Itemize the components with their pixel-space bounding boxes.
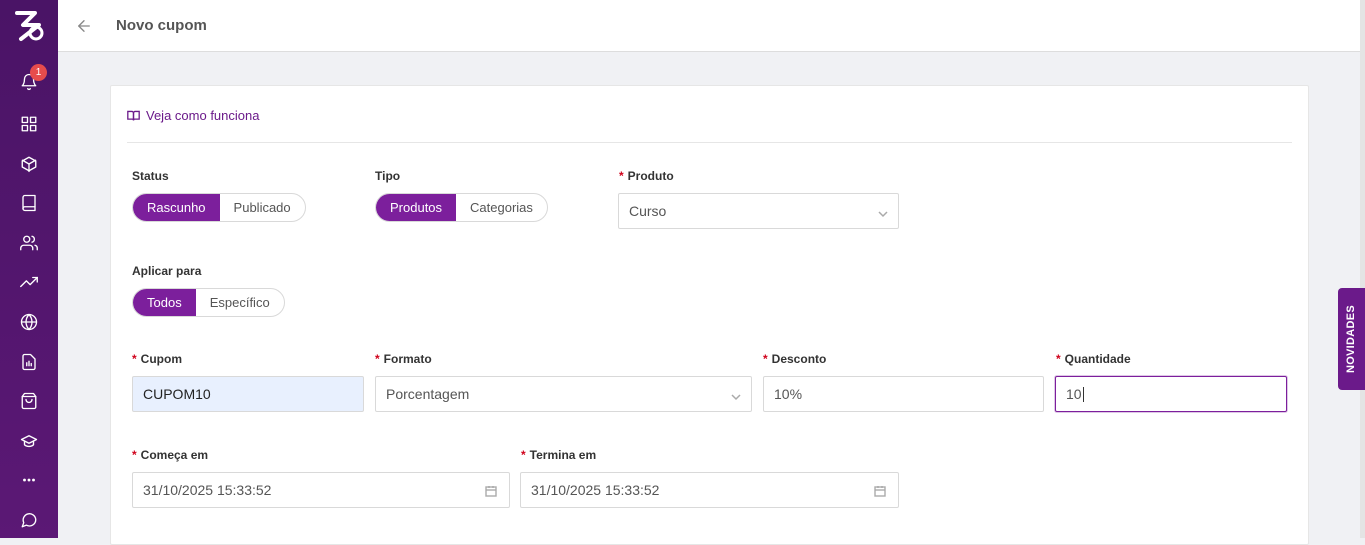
globe-icon[interactable]: [17, 310, 41, 334]
novidades-tab[interactable]: NOVIDADES: [1338, 288, 1365, 390]
scrollbar[interactable]: [1360, 0, 1365, 538]
aplicar-option-especifico[interactable]: Específico: [196, 289, 284, 316]
back-arrow-icon[interactable]: [74, 16, 94, 36]
produto-value: Curso: [629, 203, 667, 219]
termina-value: 31/10/2025 15:33:52: [531, 482, 660, 498]
formato-value: Porcentagem: [386, 386, 470, 402]
header: Novo cupom: [58, 0, 1365, 52]
box-icon[interactable]: [17, 152, 41, 176]
open-book-icon: [127, 110, 140, 121]
whatsapp-icon[interactable]: [17, 508, 41, 532]
status-option-publicado[interactable]: Publicado: [220, 194, 305, 221]
cupom-label: * Cupom: [132, 352, 182, 366]
cupom-value: CUPOM10: [143, 386, 211, 402]
aplicar-option-todos[interactable]: Todos: [133, 289, 196, 316]
novidades-label: NOVIDADES: [1345, 304, 1358, 374]
comeca-datepicker[interactable]: 31/10/2025 15:33:52: [132, 472, 510, 508]
produto-select[interactable]: Curso: [618, 193, 899, 229]
desconto-value: 10%: [774, 386, 803, 402]
tipo-option-produtos[interactable]: Produtos: [376, 194, 457, 221]
quantidade-input[interactable]: 10: [1055, 376, 1287, 412]
formato-select[interactable]: Porcentagem: [375, 376, 752, 412]
calendar-icon: [874, 484, 886, 497]
form-card: Veja como funciona Status Rascunho Publi…: [110, 85, 1309, 545]
formato-label: * Formato: [375, 352, 432, 366]
shopping-bag-icon[interactable]: [17, 389, 41, 413]
produto-label: * Produto: [619, 169, 674, 183]
tipo-label: Tipo: [375, 169, 401, 183]
calendar-icon: [485, 484, 497, 497]
cupom-input[interactable]: CUPOM10: [132, 376, 364, 412]
desconto-label: * Desconto: [763, 352, 827, 366]
logo[interactable]: [9, 5, 49, 45]
help-link-label: Veja como funciona: [146, 108, 260, 123]
report-icon[interactable]: [17, 350, 41, 374]
notification-badge: 1: [30, 64, 47, 81]
graduation-cap-icon[interactable]: [17, 429, 41, 453]
status-option-rascunho[interactable]: Rascunho: [133, 194, 220, 221]
chevron-down-icon: [878, 206, 888, 218]
page-title: Novo cupom: [116, 17, 207, 34]
quantidade-value: 10: [1066, 386, 1082, 402]
book-icon[interactable]: [17, 191, 41, 215]
users-icon[interactable]: [17, 231, 41, 255]
status-toggle: Rascunho Publicado: [132, 193, 306, 222]
divider: [127, 142, 1292, 143]
text-cursor: [1082, 386, 1084, 402]
tipo-toggle: Produtos Categorias: [375, 193, 548, 222]
aplicar-toggle: Todos Específico: [132, 288, 285, 317]
more-icon[interactable]: [17, 468, 41, 492]
aplicar-label: Aplicar para: [132, 264, 202, 278]
status-label: Status: [132, 169, 169, 183]
help-link[interactable]: Veja como funciona: [127, 108, 259, 123]
chevron-down-icon: [731, 389, 741, 401]
termina-label: * Termina em: [521, 448, 597, 462]
trending-up-icon[interactable]: [17, 270, 41, 294]
dashboard-icon[interactable]: [17, 112, 41, 136]
tipo-option-categorias[interactable]: Categorias: [456, 194, 547, 221]
termina-datepicker[interactable]: 31/10/2025 15:33:52: [520, 472, 899, 508]
desconto-input[interactable]: 10%: [763, 376, 1044, 412]
comeca-label: * Começa em: [132, 448, 209, 462]
quantidade-label: * Quantidade: [1056, 352, 1131, 366]
comeca-value: 31/10/2025 15:33:52: [143, 482, 272, 498]
